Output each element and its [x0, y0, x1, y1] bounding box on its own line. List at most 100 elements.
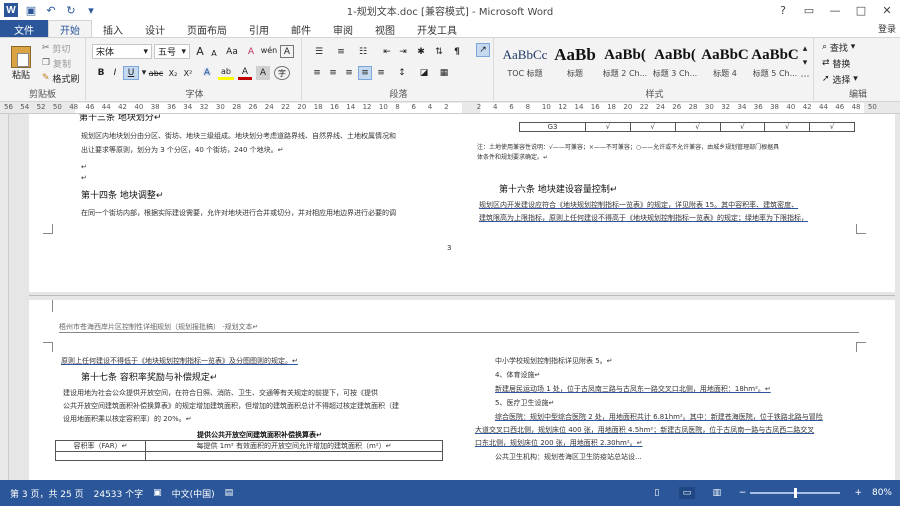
increase-indent-icon[interactable]: ⇥ [396, 45, 410, 58]
bold-button[interactable]: B [94, 66, 108, 80]
horizontal-ruler[interactable]: 56 54 52 50 48 46 44 42 40 38 36 34 32 30 28 26 24 22 20 18… [0, 102, 900, 114]
login-link[interactable]: 登录 [878, 22, 896, 35]
zoom-in-icon[interactable]: + [854, 488, 862, 498]
enclose-characters-button[interactable]: 字 [274, 66, 290, 80]
paragraph-line: 在同一个街坊内部，根据实际建设需要，允许对地块进行合并或切分，并对相应用地边界进… [81, 209, 396, 217]
multilevel-list-icon[interactable]: ☷ [354, 45, 372, 58]
proofing-icon[interactable]: ▣ [153, 488, 162, 498]
character-border-button[interactable]: A [280, 45, 294, 58]
paragraph-line: 综合医院：规划中型综合医院 2 处，用地面积共计 6.81hm²。其中：新建苍海… [495, 413, 823, 421]
character-shading-button[interactable]: A [256, 66, 270, 80]
copy-button[interactable]: ❐ 复制 [42, 57, 71, 70]
tab-home[interactable]: 开始 [48, 20, 92, 38]
tab-view[interactable]: 视图 [364, 20, 406, 38]
style-name: 标题 [567, 69, 583, 78]
strikethrough-button[interactable]: abc [148, 66, 164, 80]
document-area[interactable]: 第十三条 地块划分↵ 规划区内地块划分由分区、街坊、地块三级组成。地块划分考虑道… [9, 114, 900, 480]
change-case-button[interactable]: Aa [223, 45, 241, 58]
save-icon[interactable]: ▣ [24, 3, 38, 17]
shading-icon[interactable]: ◪ [416, 66, 432, 80]
macro-icon[interactable]: ▤ [225, 488, 234, 498]
tab-file[interactable]: 文件 [0, 20, 48, 38]
ruler-tick-label: 34 [183, 103, 193, 111]
show-marks-icon[interactable]: ¶ [450, 45, 464, 58]
decrease-indent-icon[interactable]: ⇤ [380, 45, 394, 58]
style-scroll-up-icon[interactable]: ▴ [800, 42, 810, 56]
paste-button[interactable]: 粘贴 [6, 41, 36, 85]
customize-qat-icon[interactable]: ▾ [84, 3, 98, 17]
read-mode-icon[interactable]: ▯ [649, 487, 665, 499]
crop-mark [856, 342, 866, 352]
tab-mailings[interactable]: 邮件 [280, 20, 322, 38]
grow-font-button[interactable]: A [193, 45, 207, 58]
shrink-font-button[interactable]: A [207, 47, 221, 59]
text-effects-button[interactable]: A [200, 66, 214, 80]
align-center-icon[interactable]: ≡ [326, 66, 340, 80]
ruler-tick-label: 52 [36, 103, 46, 111]
zoom-slider[interactable] [750, 488, 841, 498]
zoom-slider-thumb[interactable] [794, 488, 798, 498]
style-more-icon[interactable]: ⋯ [800, 70, 810, 84]
style-heading-3[interactable]: AaBb(标题 3 Ch... [650, 42, 700, 86]
font-color-button[interactable]: A [238, 66, 252, 80]
cut-button[interactable]: ✂ 剪切 [42, 42, 70, 55]
page-count-status[interactable]: 第 3 页，共 25 页 [10, 487, 84, 500]
ribbon-tabs: 文件 开始 插入 设计 页面布局 引用 邮件 审阅 视图 开发工具 [0, 20, 900, 38]
highlight-button[interactable]: ab [218, 66, 234, 80]
format-painter-button[interactable]: ✎ 格式刷 [42, 72, 79, 85]
pin-icon[interactable]: ↗ [476, 43, 490, 57]
zoom-out-icon[interactable]: − [739, 488, 747, 498]
language-status[interactable]: 中文(中国) [172, 487, 215, 500]
ruler-tick-label: 26 [248, 103, 258, 111]
clear-formatting-button[interactable]: A [244, 45, 258, 58]
bullets-icon[interactable]: ☰ [310, 45, 328, 58]
replace-button[interactable]: ⇄ 替换 [822, 57, 850, 70]
ruler-tick-label: 42 [802, 103, 812, 111]
vertical-ruler[interactable] [0, 114, 9, 480]
numbering-icon[interactable]: ≡ [332, 45, 350, 58]
table-title: 提供公共开放空间建筑面积补偿换算表↵ [197, 431, 322, 439]
ruler-tick-label: 44 [101, 103, 111, 111]
close-button[interactable]: ✕ [874, 0, 900, 20]
minimize-button[interactable]: — [822, 0, 848, 20]
style-heading-4[interactable]: AaBbC 标题 4 [700, 42, 750, 86]
style-heading-2[interactable]: AaBb(标题 2 Ch... [600, 42, 650, 86]
tab-references[interactable]: 引用 [238, 20, 280, 38]
maximize-button[interactable]: □ [848, 0, 874, 20]
help-button[interactable]: ? [770, 0, 796, 20]
tab-design[interactable]: 设计 [134, 20, 176, 38]
subscript-button[interactable]: X₂ [166, 66, 180, 80]
style-heading-5[interactable]: AaBbC 标题 5 Ch... [750, 42, 800, 86]
italic-button[interactable]: I [108, 66, 122, 80]
line-spacing-icon[interactable]: ↕ [394, 66, 410, 80]
underline-button[interactable]: U [123, 66, 139, 80]
print-layout-icon[interactable]: ▭ [678, 487, 695, 499]
redo-icon[interactable]: ↻ [64, 3, 78, 17]
style-title[interactable]: AaBb 标题 [550, 42, 600, 86]
superscript-button[interactable]: X² [181, 66, 195, 80]
phonetic-guide-button[interactable]: wén [260, 43, 278, 58]
sort-icon[interactable]: ⇅ [432, 45, 446, 58]
font-name-dropdown[interactable]: 宋体 ▾ [92, 44, 152, 59]
borders-icon[interactable]: ▦ [436, 66, 452, 80]
style-toc-heading[interactable]: AaBbCc TOC 标题 [500, 42, 550, 86]
undo-icon[interactable]: ↶ [44, 3, 58, 17]
tab-insert[interactable]: 插入 [92, 20, 134, 38]
tab-developer[interactable]: 开发工具 [406, 20, 468, 38]
word-count-status[interactable]: 24533 个字 [94, 487, 144, 500]
align-left-icon[interactable]: ≡ [310, 66, 324, 80]
select-button[interactable]: ➚ 选择 ▾ [822, 73, 858, 86]
ribbon-display-button[interactable]: ▭ [796, 0, 822, 20]
zoom-level[interactable]: 80% [872, 488, 892, 498]
web-layout-icon[interactable]: ▥ [709, 487, 725, 499]
tab-review[interactable]: 审阅 [322, 20, 364, 38]
chinese-layout-icon[interactable]: ✱ [414, 45, 428, 58]
justify-icon[interactable]: ≡ [358, 66, 372, 80]
distributed-icon[interactable]: ≡ [374, 66, 388, 80]
font-size-dropdown[interactable]: 五号 ▾ [154, 44, 190, 59]
style-scroll-down-icon[interactable]: ▾ [800, 56, 810, 70]
align-right-icon[interactable]: ≡ [342, 66, 356, 80]
chevron-down-icon[interactable]: ▾ [140, 66, 148, 80]
find-button[interactable]: ⌕ 查找 ▾ [822, 41, 855, 54]
tab-layout[interactable]: 页面布局 [176, 20, 238, 38]
